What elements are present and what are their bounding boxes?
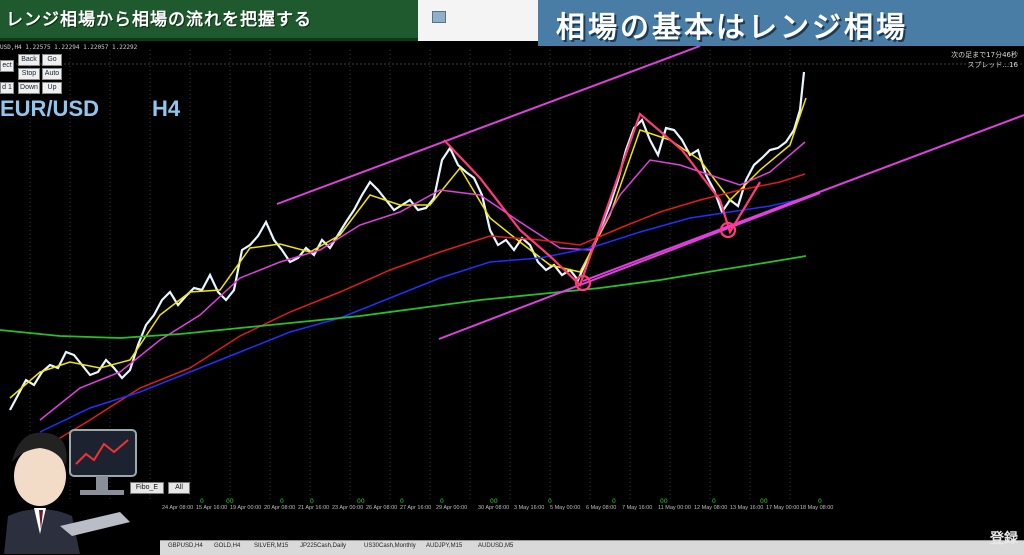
x-tick: 6 May 08:00 <box>586 505 617 511</box>
x-tick: 24 Apr 08:00 <box>162 505 194 511</box>
x-tick: 21 Apr 16:00 <box>298 505 330 511</box>
x-tick: 7 May 16:00 <box>622 505 653 511</box>
panel-button-6[interactable]: d 1 <box>0 82 14 94</box>
panel-button-1[interactable]: ect <box>0 60 14 72</box>
signal-marker: 0 <box>440 498 444 505</box>
chart-info-line: USD,H4 1.22575 1.22294 1.22057 1.22292 <box>0 44 138 51</box>
toolbar-mini-button[interactable] <box>432 11 446 23</box>
signal-marker: 0 <box>310 498 314 505</box>
timeframe-label: H4 <box>152 96 181 121</box>
candles <box>9 71 806 411</box>
signal-marker: 00 <box>357 498 365 505</box>
banner-text: レンジ相場から相場の流れを把握する <box>6 10 312 30</box>
x-tick: 27 Apr 16:00 <box>400 505 432 511</box>
x-tick: 26 Apr 08:00 <box>366 505 398 511</box>
x-tick: 5 May 00:00 <box>550 505 581 511</box>
x-tick: 11 May 00:00 <box>658 505 691 511</box>
x-tick: 12 May 08:00 <box>694 505 728 511</box>
register-badge[interactable]: 登録 <box>990 528 1018 548</box>
ma-green <box>0 255 807 339</box>
tab-jp225[interactable]: JP225Cash,Daily <box>300 543 346 549</box>
bar-timer-text: 次の足まで17分46秒 <box>951 51 1018 59</box>
down-button[interactable]: Down <box>18 82 40 94</box>
tab-audusd[interactable]: AUDUSD,M5 <box>478 543 513 549</box>
presenter-illustration <box>4 429 137 554</box>
signal-marker: 0 <box>818 498 822 505</box>
tab-silver[interactable]: SILVER,M15 <box>254 543 288 549</box>
symbol-label: EUR/USD <box>0 96 100 121</box>
x-tick: 17 May 00:00 <box>766 505 800 511</box>
ma-magenta <box>39 141 806 421</box>
signal-marker: 0 <box>200 498 204 505</box>
tab-us30[interactable]: US30Cash,Monthly <box>364 543 416 549</box>
signal-marker: 0 <box>400 498 404 505</box>
x-tick: 20 Apr 08:00 <box>264 505 296 511</box>
x-tick: 23 Apr 00:00 <box>332 505 364 511</box>
x-tick: 29 Apr 00:00 <box>436 505 468 511</box>
up-button[interactable]: Up <box>42 82 62 94</box>
signal-marker: 0 <box>280 498 284 505</box>
signal-marker: 00 <box>760 498 768 505</box>
x-tick: 13 May 16:00 <box>730 505 764 511</box>
signal-marker: 00 <box>226 498 234 505</box>
channel-lines <box>276 46 1024 340</box>
spread-text: スプレッド...16 <box>967 61 1018 69</box>
tab-audjpy[interactable]: AUDJPY,M15 <box>426 543 462 549</box>
stop-button[interactable]: Stop <box>18 68 40 80</box>
x-tick: 19 Apr 00:00 <box>230 505 262 511</box>
signal-marker: 0 <box>612 498 616 505</box>
go-button[interactable]: Go <box>42 54 62 66</box>
ma-yellow <box>9 97 807 399</box>
signal-marker: 0 <box>712 498 716 505</box>
chart-tabs-bar: GBPUSD,H4 GOLD,H4 SILVER,M15 JP225Cash,D… <box>160 540 1024 555</box>
auto-button[interactable]: Auto <box>42 68 62 80</box>
tab-gold[interactable]: GOLD,H4 <box>214 543 240 549</box>
headline-text: 相場の基本はレンジ相場 <box>556 10 909 44</box>
tab-gbpusd[interactable]: GBPUSD,H4 <box>168 543 203 549</box>
x-tick: 15 Apr 16:00 <box>196 505 228 511</box>
x-tick: 30 Apr 08:00 <box>478 505 510 511</box>
signal-marker: 00 <box>490 498 498 505</box>
signal-marker: 0 <box>548 498 552 505</box>
fibo-button[interactable]: Fibo_E <box>130 482 164 494</box>
title-banner: レンジ相場から相場の流れを把握する <box>0 0 418 41</box>
signal-marker: 00 <box>660 498 668 505</box>
all-button[interactable]: All <box>168 482 190 494</box>
headline-banner: 相場の基本はレンジ相場 <box>538 0 1024 48</box>
back-button[interactable]: Back <box>18 54 40 66</box>
x-tick: 3 May 16:00 <box>514 505 545 511</box>
monitor-icon <box>69 429 137 477</box>
x-tick: 18 May 08:00 <box>800 505 834 511</box>
